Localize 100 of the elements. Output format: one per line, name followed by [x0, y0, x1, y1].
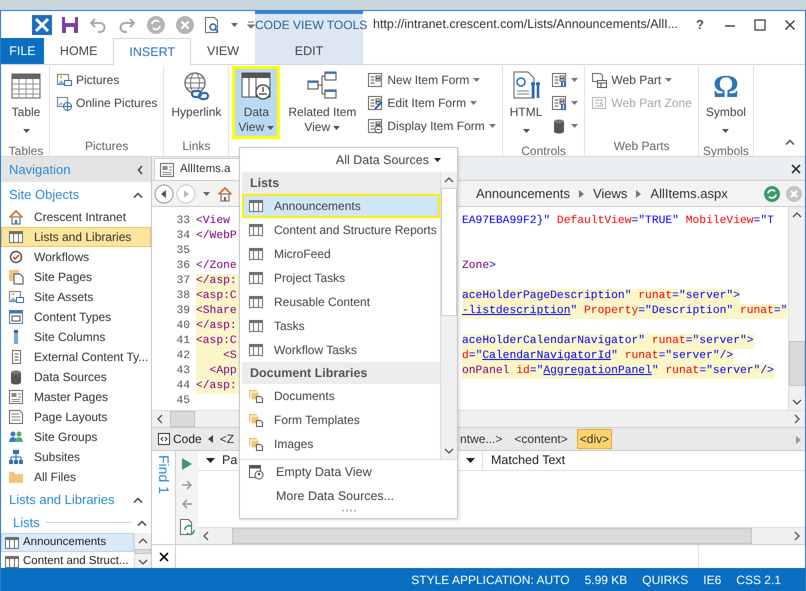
ribbon-tab[interactable]: HOME	[44, 38, 114, 64]
status-text: 5.99 KB	[584, 572, 628, 588]
ribbon-button[interactable]: New Item Form	[364, 68, 499, 91]
nav-item[interactable]: Site Groups	[1, 427, 151, 447]
nav-item[interactable]: Subsites	[1, 447, 151, 467]
menu-item[interactable]: Content and Structure Reports	[242, 218, 440, 242]
nav-item[interactable]: Lists and Libraries	[1, 227, 151, 247]
code-text: onPanel id="AggregationPanel" runat="server"/>	[462, 364, 774, 379]
nav-item[interactable]: All Files	[1, 467, 151, 487]
ribbon-tab[interactable]: FILE	[1, 38, 44, 64]
code-text: </Zone	[196, 259, 238, 274]
line-number: 42	[175, 349, 191, 364]
ribbon-button[interactable]: Pictures	[53, 68, 160, 91]
section-header: Lists	[242, 172, 440, 194]
breadcrumb-link[interactable]: Announcements	[473, 184, 573, 204]
subsection-heading[interactable]: Lists	[13, 512, 40, 532]
ribbon-button[interactable]: Ω Symbol	[702, 66, 750, 142]
ribbon-button[interactable]: Display Item Form	[364, 114, 499, 137]
line-number: 43	[175, 364, 191, 379]
nav-item[interactable]: Page Layouts	[1, 407, 151, 427]
list-item[interactable]: Content and Struct...	[1, 552, 134, 568]
status-text: QUIRKS	[642, 572, 688, 588]
breadcrumb-link[interactable]: AllItems.aspx	[647, 184, 731, 204]
ribbon-tab[interactable]: INSERT	[113, 38, 192, 65]
code-text: aceHolderPageDescription" runat="server">	[462, 289, 740, 304]
menu-item[interactable]: MicroFeed	[242, 242, 440, 266]
code-view-button[interactable]: Code	[156, 430, 204, 448]
nav-item[interactable]: Data Sources	[1, 367, 151, 387]
line-number: 33	[175, 214, 191, 229]
tag-button[interactable]: <Z	[216, 429, 238, 449]
nav-item[interactable]: Site Pages	[1, 267, 151, 287]
menu-item[interactable]: Reusable Content	[242, 290, 440, 314]
line-number: 35	[175, 244, 191, 259]
status-text: CSS 2.1	[736, 572, 781, 588]
code-text: <S	[196, 349, 240, 364]
code-text: -listdescription" Property="Description" runat="	[462, 304, 788, 319]
nav-item[interactable]: Crescent Intranet	[1, 207, 151, 227]
nav-item[interactable]: Site Assets	[1, 287, 151, 307]
group-label: Links	[181, 138, 212, 155]
status-text: STYLE APPLICATION: AUTO	[411, 572, 570, 588]
ribbon-button[interactable]: Web Part	[588, 68, 695, 91]
menu-item[interactable]: Images	[242, 432, 440, 456]
nav-item[interactable]: Master Pages	[1, 387, 151, 407]
tag-button[interactable]: <div>	[576, 429, 612, 449]
ribbon-button[interactable]: Hyperlink	[167, 66, 226, 124]
code-text: aceHolderCalendarNavigator" runat="server">	[462, 334, 754, 349]
line-number: 41	[175, 334, 191, 349]
menu-item[interactable]: More Data Sources...	[240, 484, 457, 508]
filter-dropdown[interactable]: All Data Sources	[336, 150, 441, 170]
ribbon-button[interactable]: Table	[6, 66, 46, 142]
tag-button[interactable]: <content>	[511, 429, 571, 449]
help-button[interactable]: ?	[685, 14, 715, 34]
tag-button[interactable]: ntwe...>	[457, 429, 506, 449]
line-number: 36	[175, 259, 191, 274]
menu-item[interactable]: Project Tasks	[242, 266, 440, 290]
nav-item[interactable]: External Content Ty...	[1, 347, 151, 367]
menu-item[interactable]: Documents	[242, 384, 440, 408]
pane-title: Navigation	[9, 160, 70, 179]
code-text: <Share	[196, 304, 240, 319]
ribbon-button[interactable]: HTML	[506, 66, 546, 142]
line-number: 45	[175, 394, 191, 409]
ribbon-tab[interactable]: VIEW	[191, 38, 255, 64]
menu-item[interactable]: Announcements	[242, 194, 440, 218]
line-number: 37	[175, 274, 191, 289]
menu-item[interactable]: Workflow Tasks	[242, 338, 440, 362]
omega-icon: Ω	[713, 70, 739, 102]
ribbon-button[interactable]: Edit Item Form	[364, 91, 499, 114]
list-item[interactable]: Announcements	[1, 533, 134, 552]
code-text: </asp:	[196, 274, 240, 289]
menu-item[interactable]: Empty Data View	[240, 460, 457, 484]
column-header[interactable]: Matched Text	[482, 451, 566, 470]
line-number: 40	[175, 319, 191, 334]
code-text: EA97EBA99F2}" DefaultView="TRUE" MobileView="T	[462, 214, 774, 229]
ribbon-button[interactable]: Data View	[232, 66, 280, 139]
group-label: Pictures	[84, 138, 130, 155]
nav-item[interactable]: Content Types	[1, 307, 151, 327]
group-label: Tables	[8, 143, 44, 160]
line-number: 44	[175, 379, 191, 394]
code-text: Zone>	[462, 259, 496, 274]
code-text: <asp:C	[196, 334, 240, 349]
nav-item[interactable]: Workflows	[1, 247, 151, 267]
document-tab[interactable]: AllItems.a	[154, 158, 240, 180]
code-text: </asp:	[196, 319, 240, 334]
nav-item[interactable]: Site Columns	[1, 327, 151, 347]
code-text: </WebP	[196, 229, 238, 244]
menu-item[interactable]: Form Templates	[242, 408, 440, 432]
menu-item[interactable]: Tasks	[242, 314, 440, 338]
code-text: <View	[196, 214, 231, 229]
group-label: Web Parts	[612, 138, 671, 155]
ribbon-tab[interactable]: EDIT	[255, 38, 363, 64]
ribbon-button[interactable]: Related Item View	[282, 66, 362, 139]
breadcrumb-link[interactable]: Views	[590, 184, 630, 204]
section-heading[interactable]: Lists and Libraries	[9, 490, 114, 510]
group-label: Symbols	[702, 143, 750, 160]
line-number: 34	[175, 229, 191, 244]
section-heading[interactable]: Site Objects	[9, 184, 80, 204]
ribbon-button[interactable]: Online Pictures	[53, 91, 160, 114]
status-text: IE6	[703, 572, 722, 588]
line-number: 38	[175, 289, 191, 304]
section-header: Document Libraries	[242, 362, 440, 384]
